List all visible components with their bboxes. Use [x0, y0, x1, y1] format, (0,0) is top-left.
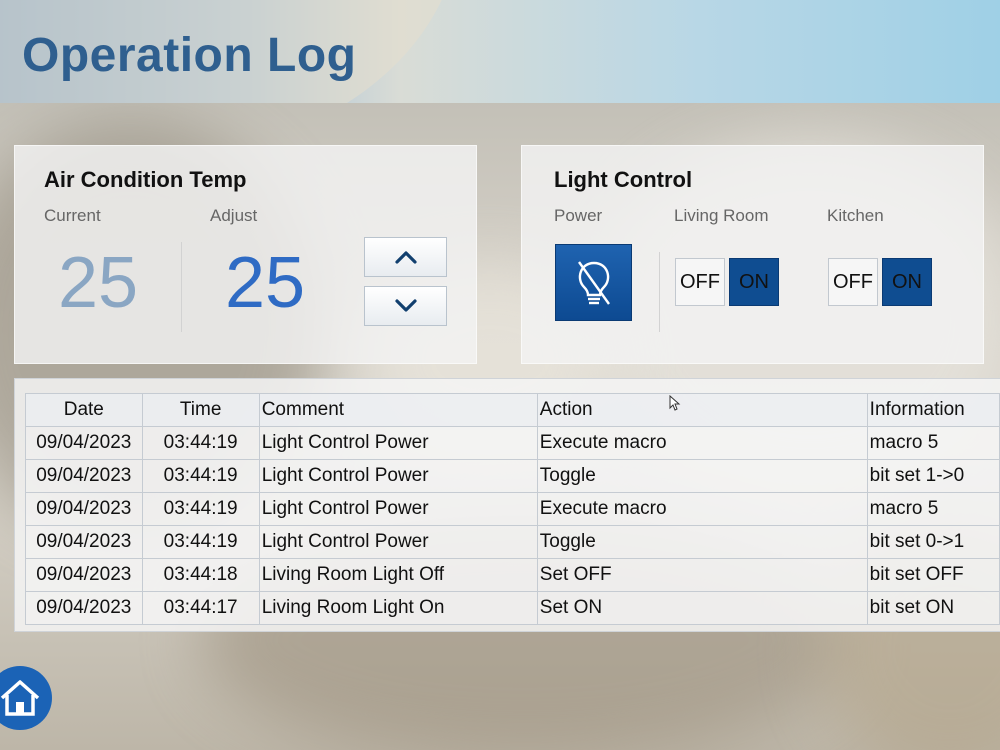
divider — [659, 252, 660, 332]
cell-time: 03:44:19 — [141, 525, 260, 559]
lightbulb-off-icon — [577, 260, 610, 305]
adjust-temp-value: 25 — [225, 243, 306, 323]
living-room-off-button[interactable]: OFF — [675, 258, 725, 306]
cell-date: 09/04/2023 — [25, 492, 143, 526]
cell-action: Toggle — [536, 459, 868, 493]
column-header-information[interactable]: Information — [866, 393, 1000, 427]
power-button[interactable] — [555, 244, 632, 321]
cell-comment: Light Control Power — [258, 492, 538, 526]
cell-comment: Light Control Power — [258, 426, 538, 460]
cell-date: 09/04/2023 — [25, 426, 143, 460]
chevron-down-icon — [394, 299, 417, 312]
kitchen-label: Kitchen — [827, 206, 884, 225]
cell-date: 09/04/2023 — [25, 459, 143, 493]
current-label: Current — [44, 206, 101, 225]
kitchen-on-button[interactable]: ON — [882, 258, 932, 306]
table-row[interactable]: 09/04/2023 03:44:19 Light Control Power … — [25, 426, 1000, 460]
cell-date: 09/04/2023 — [25, 591, 143, 625]
column-header-action[interactable]: Action — [536, 393, 868, 427]
column-header-date[interactable]: Date — [25, 393, 143, 427]
table-row[interactable]: 09/04/2023 03:44:19 Light Control Power … — [25, 492, 1000, 526]
cell-date: 09/04/2023 — [25, 525, 143, 559]
header-bar: Operation Log — [0, 0, 1000, 103]
cell-comment: Light Control Power — [258, 525, 538, 559]
cell-information: bit set ON — [866, 591, 1000, 625]
home-icon — [0, 680, 40, 716]
cell-information: macro 5 — [866, 492, 1000, 526]
table-row[interactable]: 09/04/2023 03:44:17 Living Room Light On… — [25, 591, 1000, 625]
chevron-up-icon — [394, 251, 417, 264]
current-temp-value: 25 — [58, 243, 139, 323]
cell-information: bit set OFF — [866, 558, 1000, 592]
cell-action: Set OFF — [536, 558, 868, 592]
cell-information: bit set 1->0 — [866, 459, 1000, 493]
living-room-on-button[interactable]: ON — [729, 258, 779, 306]
cell-comment: Living Room Light Off — [258, 558, 538, 592]
air-condition-title: Air Condition Temp — [44, 167, 247, 192]
table-row[interactable]: 09/04/2023 03:44:18 Living Room Light Of… — [25, 558, 1000, 592]
cell-time: 03:44:19 — [141, 459, 260, 493]
living-room-label: Living Room — [674, 206, 769, 225]
cell-time: 03:44:18 — [141, 558, 260, 592]
adjust-label: Adjust — [210, 206, 258, 225]
table-row[interactable]: 09/04/2023 03:44:19 Light Control Power … — [25, 525, 1000, 559]
operation-log-table: Date Time Comment Action Information 09/… — [25, 393, 1000, 625]
cell-information: bit set 0->1 — [866, 525, 1000, 559]
cell-action: Execute macro — [536, 492, 868, 526]
mouse-cursor-icon — [669, 395, 681, 411]
table-header-row: Date Time Comment Action Information — [25, 393, 1000, 427]
cell-comment: Living Room Light On — [258, 591, 538, 625]
power-label: Power — [554, 206, 603, 225]
kitchen-off-button[interactable]: OFF — [828, 258, 878, 306]
divider — [181, 242, 182, 332]
cell-information: macro 5 — [866, 426, 1000, 460]
column-header-time[interactable]: Time — [141, 393, 260, 427]
page-title: Operation Log — [22, 29, 357, 82]
cell-time: 03:44:17 — [141, 591, 260, 625]
cell-time: 03:44:19 — [141, 426, 260, 460]
cell-date: 09/04/2023 — [25, 558, 143, 592]
cell-comment: Light Control Power — [258, 459, 538, 493]
table-row[interactable]: 09/04/2023 03:44:19 Light Control Power … — [25, 459, 1000, 493]
column-header-comment[interactable]: Comment — [258, 393, 538, 427]
cell-action: Toggle — [536, 525, 868, 559]
temp-up-button[interactable] — [364, 237, 447, 277]
light-control-title: Light Control — [554, 167, 693, 192]
cell-action: Set ON — [536, 591, 868, 625]
cell-time: 03:44:19 — [141, 492, 260, 526]
background-photo — [0, 0, 1000, 750]
temp-down-button[interactable] — [364, 286, 447, 326]
cell-action: Execute macro — [536, 426, 868, 460]
